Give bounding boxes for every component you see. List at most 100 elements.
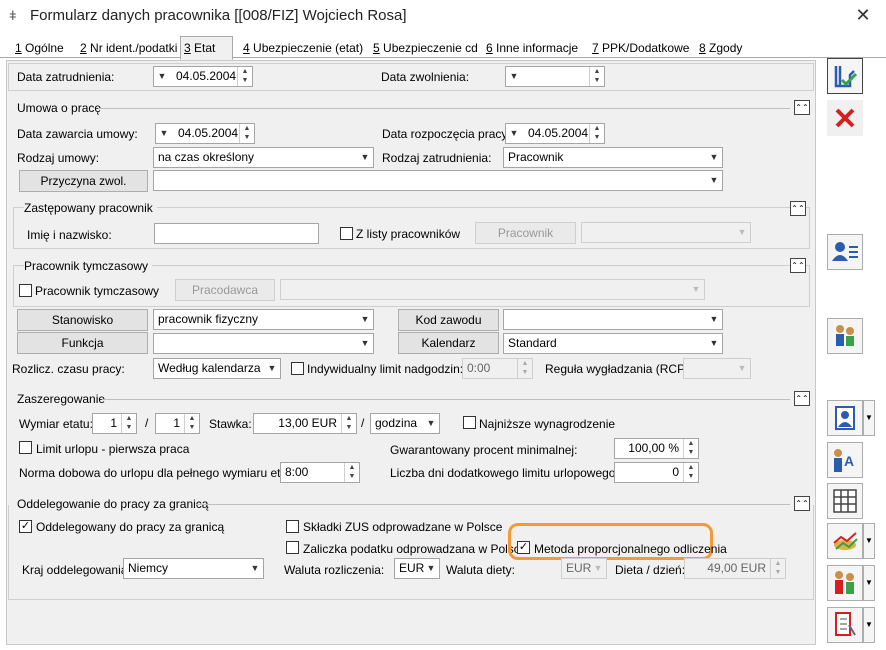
liczba-dni-label: Liczba dni dodatkowego limitu urlopowego… [390, 466, 619, 480]
tymczasowy-checkbox[interactable] [19, 284, 32, 297]
chart-button[interactable] [827, 523, 863, 559]
tab-ppk-dodatkowe[interactable]: 7 PPK/Dodatkowe [589, 38, 692, 58]
oddelegowanie-group [8, 505, 814, 600]
employee-card-button[interactable] [827, 234, 863, 270]
spinner-icon[interactable]: ▲ ▼ [341, 414, 356, 433]
kalendarz-button[interactable]: Kalendarz [398, 332, 499, 354]
slash-label: / [145, 416, 149, 430]
tab-ubezpieczenie-etat[interactable]: 4 Ubezpieczenie (etat) [240, 38, 366, 58]
data-rozpoczecia-field[interactable]: 04.05.2004 ▼ ▲ ▼ [505, 123, 605, 144]
spinner-icon[interactable]: ▲ ▼ [184, 414, 199, 433]
limit-checkbox[interactable] [19, 441, 32, 454]
najnizsze-checkbox[interactable] [463, 416, 476, 429]
chevron-down-icon[interactable]: ▼ [863, 523, 875, 559]
dropdown-arrow-icon[interactable]: ▼ [357, 148, 373, 167]
zastepowany-group-title: Zastępowany pracownik [24, 201, 157, 215]
dropdown-arrow-icon[interactable]: ▼ [706, 334, 722, 353]
save-button[interactable] [827, 58, 863, 94]
funkcja-select[interactable]: ▼ [153, 333, 374, 354]
liczba-dni-field[interactable]: 0 ▲ ▼ [614, 462, 699, 483]
document-button[interactable] [827, 607, 863, 643]
z-listy-checkbox[interactable] [340, 227, 353, 240]
funkcja-button[interactable]: Funkcja [17, 332, 148, 354]
collapse-icon[interactable]: ⌃⌃ [790, 258, 806, 273]
kod-zawodu-button[interactable]: Kod zawodu [398, 309, 499, 331]
norma-label: Norma dobowa do urlopu dla pełnego wymia… [19, 466, 301, 480]
data-zatrudnienia-field[interactable]: 04.05.2004 ▼ ▲ ▼ [153, 66, 253, 87]
tab-zgody[interactable]: 8 Zgody [696, 38, 745, 58]
spinner-icon[interactable]: ▲ ▼ [344, 463, 359, 482]
gwarantowany-field[interactable]: 100,00 % ▲ ▼ [614, 438, 699, 459]
grid-button[interactable] [827, 483, 863, 519]
pracownik-button[interactable]: Pracownik [475, 222, 576, 244]
data-zwolnienia-field[interactable]: ▼ ▲ ▼ [505, 66, 605, 87]
people-button[interactable] [827, 565, 863, 601]
kod-zawodu-select[interactable]: ▼ [503, 309, 723, 330]
dropdown-arrow-icon[interactable]: ▼ [506, 124, 522, 143]
document-icon [835, 612, 856, 636]
dropdown-arrow-icon[interactable]: ▼ [156, 124, 172, 143]
wymiar-label: Wymiar etatu: [19, 417, 93, 431]
rodzaj-zatrudnienia-select[interactable]: Pracownik ▼ [503, 147, 723, 168]
svg-text:A: A [844, 453, 854, 469]
pracownik-select[interactable]: ▼ [581, 222, 751, 243]
wymiar-mianownik-field[interactable]: 1 ▲ ▼ [155, 413, 200, 434]
text-edit-button[interactable]: A [827, 442, 863, 478]
kalendarz-select[interactable]: Standard ▼ [503, 333, 723, 354]
spinner-icon[interactable]: ▲ ▼ [683, 463, 698, 482]
dropdown-arrow-icon[interactable]: ▼ [264, 359, 280, 378]
dropdown-arrow-icon[interactable]: ▼ [706, 310, 722, 329]
chevron-down-icon[interactable]: ▼ [863, 565, 875, 601]
norma-field[interactable]: 8:00 ▲ ▼ [280, 462, 360, 483]
data-zawarcia-field[interactable]: 04.05.2004 ▼ ▲ ▼ [155, 123, 255, 144]
dropdown-arrow-icon[interactable]: ▼ [154, 67, 170, 86]
tab-etat[interactable]: 3 Etat [180, 36, 233, 60]
z-listy-label: Z listy pracowników [356, 227, 461, 241]
indywidualny-field[interactable]: 0:00 ▲ ▼ [462, 358, 533, 379]
rozlicz-label: Rozlicz. czasu pracy: [12, 362, 125, 376]
rodzaj-zatrudnienia-label: Rodzaj zatrudnienia: [382, 151, 492, 165]
chevron-down-icon[interactable]: ▼ [863, 400, 875, 436]
rodzaj-umowy-select[interactable]: na czas określony ▼ [153, 147, 374, 168]
rozlicz-select[interactable]: Według kalendarza ▼ [153, 358, 281, 379]
close-button[interactable]: ✕ [848, 4, 878, 28]
collapse-icon[interactable]: ⌃⌃ [794, 100, 810, 115]
spinner-icon[interactable]: ▲ ▼ [589, 124, 604, 143]
imie-input[interactable] [154, 223, 319, 244]
collapse-icon[interactable]: ⌃⌃ [794, 391, 810, 406]
tab-ubezpieczenie-cd[interactable]: 5 Ubezpieczenie cd [370, 38, 481, 58]
dropdown-arrow-icon[interactable]: ▼ [357, 310, 373, 329]
przyczyna-select[interactable]: ▼ [153, 170, 723, 191]
stanowisko-select[interactable]: pracownik fizyczny ▼ [153, 309, 374, 330]
stanowisko-button[interactable]: Stanowisko [17, 309, 148, 331]
zaszeregowanie-group-title: Zaszeregowanie [17, 392, 110, 406]
portrait-button[interactable] [827, 400, 863, 436]
spinner-icon[interactable]: ▲ ▼ [589, 67, 604, 86]
stawka-field[interactable]: 13,00 EUR ▲ ▼ [253, 413, 357, 434]
spinner-icon[interactable]: ▲ ▼ [237, 67, 252, 86]
tab-ogolne[interactable]: 1 Ogólne [12, 38, 67, 58]
limit-label: Limit urlopu - pierwsza praca [36, 442, 190, 456]
tab-nr-ident[interactable]: 2 Nr ident./podatki [77, 38, 180, 58]
pracodawca-button[interactable]: Pracodawca [175, 279, 275, 301]
indywidualny-checkbox[interactable] [291, 362, 304, 375]
regula-select[interactable]: ▼ [683, 358, 751, 379]
dropdown-arrow-icon[interactable]: ▼ [423, 414, 439, 433]
spinner-icon[interactable]: ▲ ▼ [683, 439, 698, 458]
cancel-button[interactable] [827, 100, 863, 136]
users-button[interactable] [827, 318, 863, 354]
chevron-down-icon[interactable]: ▼ [863, 607, 875, 643]
dropdown-arrow-icon[interactable]: ▼ [706, 148, 722, 167]
spinner-icon[interactable]: ▲ ▼ [121, 414, 136, 433]
spinner-icon[interactable]: ▲ ▼ [239, 124, 254, 143]
stawka-label: Stawka: [209, 417, 252, 431]
jednostka-select[interactable]: godzina ▼ [370, 413, 440, 434]
tab-inne-informacje[interactable]: 6 Inne informacje [483, 38, 581, 58]
przyczyna-zwol-button[interactable]: Przyczyna zwol. [19, 170, 148, 192]
dropdown-arrow-icon[interactable]: ▼ [506, 67, 522, 86]
wymiar-licznik-field[interactable]: 1 ▲ ▼ [92, 413, 137, 434]
collapse-icon[interactable]: ⌃⌃ [790, 201, 806, 216]
dropdown-arrow-icon[interactable]: ▼ [357, 334, 373, 353]
dropdown-arrow-icon[interactable]: ▼ [706, 171, 722, 190]
pracodawca-select[interactable]: ▼ [280, 279, 705, 300]
